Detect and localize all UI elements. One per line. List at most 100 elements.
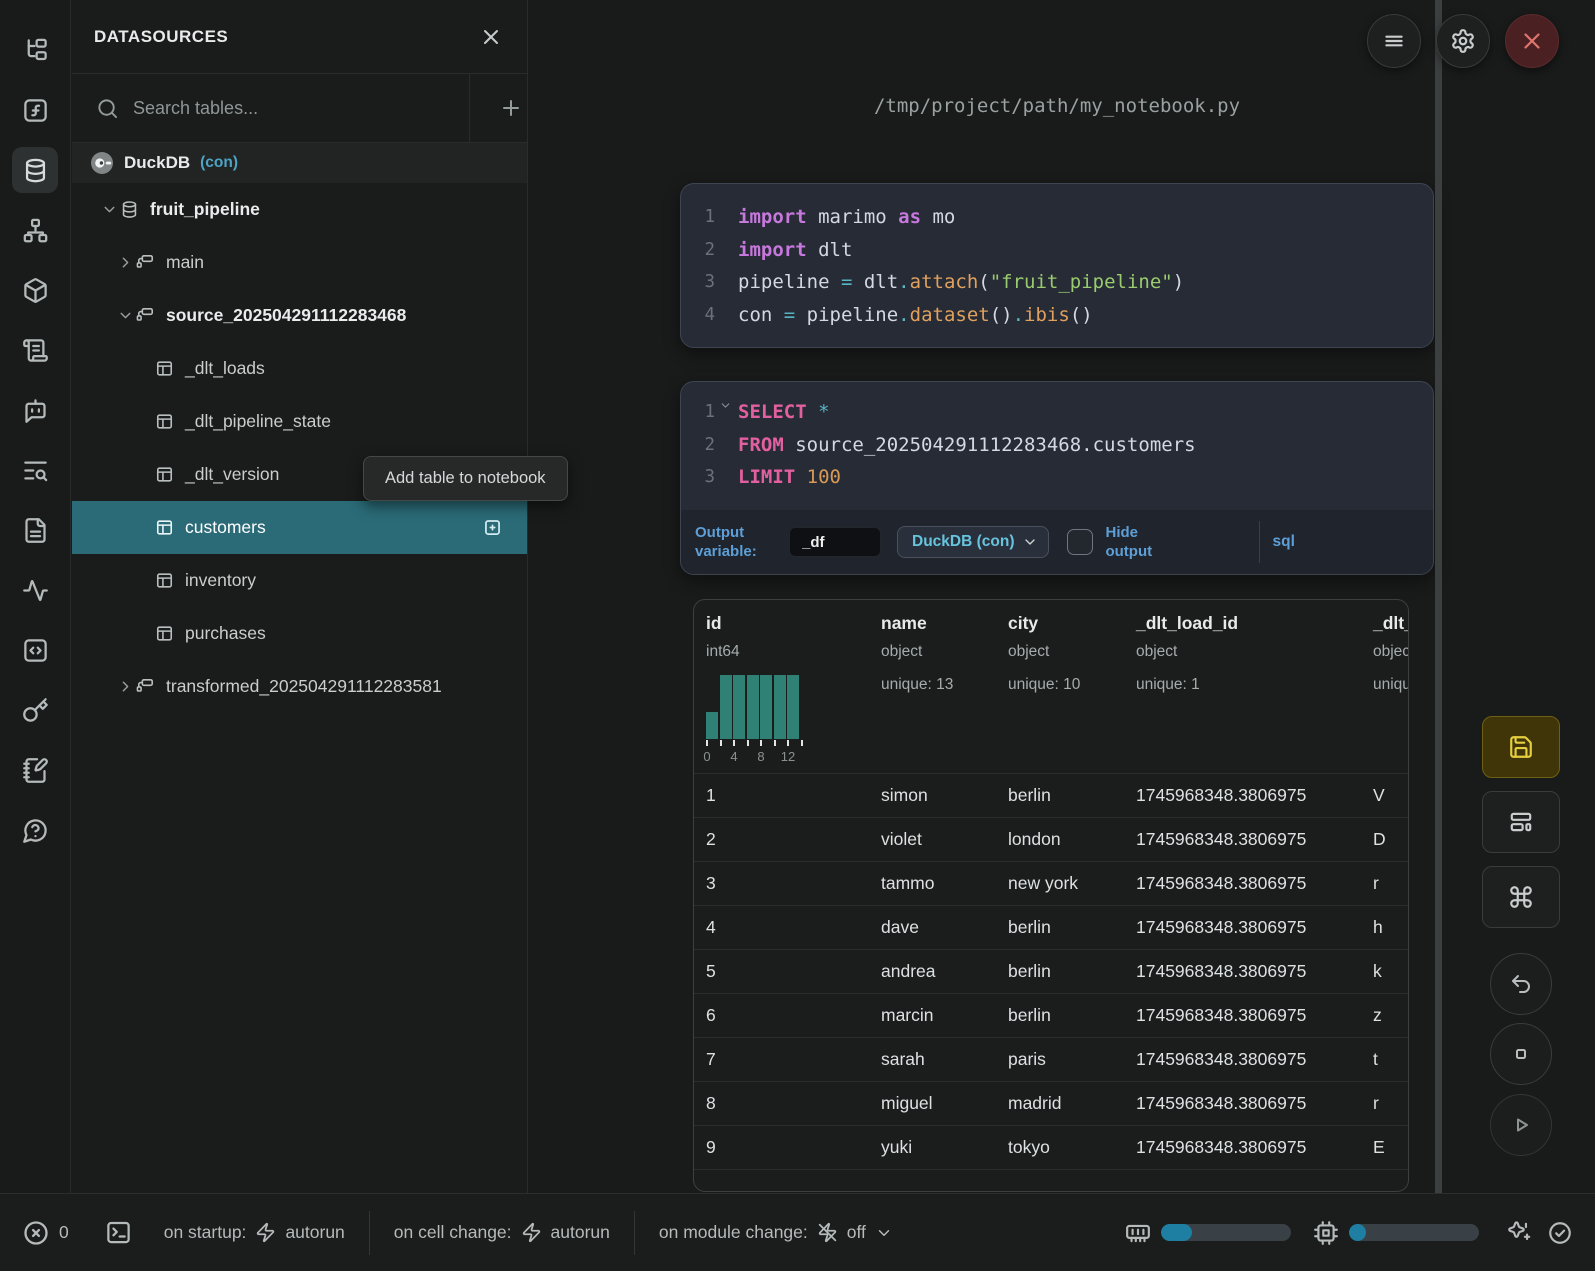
code-line[interactable]: 3 LIMIT 100 xyxy=(681,461,1433,494)
table-row: 7sarahparis1745968348.3806975t xyxy=(694,1037,1408,1081)
rail-item-scratchpad[interactable] xyxy=(12,747,58,793)
engine-select[interactable]: DuckDB (con) xyxy=(897,526,1049,558)
tree-item-purchases[interactable]: purchases xyxy=(72,607,527,660)
code-line[interactable]: 1 SELECT * xyxy=(681,396,1433,429)
undo-button[interactable] xyxy=(1490,953,1552,1015)
settings-button[interactable] xyxy=(1436,14,1490,68)
rail-item-file-explorer[interactable] xyxy=(12,27,58,73)
tree-item-main[interactable]: main xyxy=(72,236,527,289)
column-header-name[interactable]: name objectunique: 13 xyxy=(881,613,1008,763)
column-dtype: object xyxy=(1373,643,1409,661)
rail-item-documentation[interactable] xyxy=(12,507,58,553)
tree-item-customers[interactable]: customers xyxy=(72,501,527,554)
engine-row-duckdb[interactable]: DuckDB (con) xyxy=(72,143,527,183)
tree-item-source_202504291112283468[interactable]: source_202504291112283468 xyxy=(72,289,527,342)
column-unique-count: unique: 1 xyxy=(1136,676,1373,694)
table-cell: tokyo xyxy=(1008,1137,1136,1158)
table-cell: z xyxy=(1373,1005,1409,1026)
table-row: 5andreaberlin1745968348.3806975k xyxy=(694,949,1408,993)
cpu-usage-fill xyxy=(1349,1224,1366,1241)
line-number: 2 xyxy=(681,429,715,462)
layout-panels-button[interactable] xyxy=(1482,791,1560,853)
rail-item-functions[interactable] xyxy=(12,87,58,133)
menu-icon xyxy=(1381,28,1407,54)
on-startup-label: on startup: xyxy=(164,1222,247,1243)
tooltip-add-table: Add table to notebook xyxy=(363,456,568,501)
table-cell: 2 xyxy=(706,829,881,850)
column-header-_dlt_id[interactable]: _dlt_id objectunique: 13 xyxy=(1373,613,1409,763)
rail-item-secrets[interactable] xyxy=(12,687,58,733)
rail-item-packages[interactable] xyxy=(12,267,58,313)
column-header-_dlt_load_id[interactable]: _dlt_load_id objectunique: 1 xyxy=(1136,613,1373,763)
rail-item-logs[interactable] xyxy=(12,327,58,373)
column-header-id[interactable]: id int64 04812 xyxy=(706,613,881,763)
table-cell: 9 xyxy=(706,1137,881,1158)
close-panel-icon[interactable] xyxy=(479,25,503,49)
tree-item-fruit_pipeline[interactable]: fruit_pipeline xyxy=(72,183,527,236)
tree-item-inventory[interactable]: inventory xyxy=(72,554,527,607)
stop-button[interactable] xyxy=(1490,1023,1552,1085)
python-cell[interactable]: 1 import marimo as mo 2 import dlt 3 pip… xyxy=(680,183,1434,348)
play-icon xyxy=(1509,1113,1533,1137)
check-circle-icon[interactable] xyxy=(1547,1220,1573,1246)
code-line[interactable]: 2 FROM source_202504291112283468.custome… xyxy=(681,429,1433,462)
code-line[interactable]: 1 import marimo as mo xyxy=(681,201,1433,234)
chevron-down-icon xyxy=(1022,534,1038,550)
search-tables-input[interactable] xyxy=(133,98,469,119)
column-dtype: object xyxy=(1008,643,1136,661)
zap-off-icon xyxy=(817,1222,838,1243)
column-header-city[interactable]: city objectunique: 10 xyxy=(1008,613,1136,763)
tree-item-_dlt_loads[interactable]: _dlt_loads xyxy=(72,342,527,395)
pane-scrollbar[interactable] xyxy=(1435,0,1442,1193)
fold-chevron-icon[interactable] xyxy=(719,399,732,412)
code-line[interactable]: 4 con = pipeline.dataset().ibis() xyxy=(681,299,1433,332)
rail-item-dependencies[interactable] xyxy=(12,207,58,253)
memory-usage-bar xyxy=(1161,1224,1291,1241)
rail-item-ai-chat[interactable] xyxy=(12,387,58,433)
table-cell: madrid xyxy=(1008,1093,1136,1114)
status-bar: 0 on startup: autorun on cell change: au… xyxy=(0,1193,1595,1271)
tree-item-transformed_202504291112283581[interactable]: transformed_202504291112283581 xyxy=(72,660,527,713)
tree-item-label: _dlt_pipeline_state xyxy=(185,411,331,432)
rail-item-help[interactable] xyxy=(12,807,58,853)
rail-item-tracebacks[interactable] xyxy=(12,567,58,613)
on-module-change-setting[interactable]: on module change: off xyxy=(659,1222,893,1243)
add-table-to-notebook-icon[interactable] xyxy=(482,517,503,538)
code-line[interactable]: 2 import dlt xyxy=(681,234,1433,267)
on-startup-setting[interactable]: on startup: autorun xyxy=(164,1222,345,1243)
table-cell: D xyxy=(1373,829,1409,850)
table-cell: 1745968348.3806975 xyxy=(1136,961,1373,982)
network-icon xyxy=(22,217,49,244)
zap-icon xyxy=(255,1222,276,1243)
close-button[interactable] xyxy=(1505,14,1559,68)
terminal-button[interactable] xyxy=(105,1219,132,1246)
menu-button[interactable] xyxy=(1367,14,1421,68)
run-button[interactable] xyxy=(1490,1094,1552,1156)
result-table: id int64 04812 name objectunique: 13 cit… xyxy=(693,599,1409,1192)
keyboard-shortcuts-button[interactable] xyxy=(1482,866,1560,928)
line-number: 3 xyxy=(681,266,715,299)
sparkles-icon[interactable] xyxy=(1507,1220,1533,1246)
notebook-filename[interactable]: /tmp/project/path/my_notebook.py xyxy=(680,95,1434,117)
sql-language-badge: sql xyxy=(1272,526,1294,559)
tree-item-_dlt_pipeline_state[interactable]: _dlt_pipeline_state xyxy=(72,395,527,448)
table-icon xyxy=(155,465,174,484)
table-cell: V xyxy=(1373,785,1409,806)
output-variable-input[interactable] xyxy=(789,527,881,557)
duckdb-logo-icon xyxy=(90,151,114,175)
error-indicator[interactable]: 0 xyxy=(22,1219,69,1247)
table-cell: 1745968348.3806975 xyxy=(1136,1137,1373,1158)
sql-cell[interactable]: 1 SELECT * 2 FROM source_202504291112283… xyxy=(680,381,1434,575)
histogram-bar xyxy=(747,675,759,739)
rail-item-search-logs[interactable] xyxy=(12,447,58,493)
rail-item-datasources[interactable] xyxy=(12,147,58,193)
line-number: 2 xyxy=(681,234,715,267)
histogram-bar xyxy=(720,675,732,739)
add-datasource-button[interactable] xyxy=(470,74,527,143)
save-button[interactable] xyxy=(1482,716,1560,778)
on-cell-change-setting[interactable]: on cell change: autorun xyxy=(394,1222,610,1243)
table-cell: 1745968348.3806975 xyxy=(1136,829,1373,850)
code-line[interactable]: 3 pipeline = dlt.attach("fruit_pipeline"… xyxy=(681,266,1433,299)
hide-output-checkbox[interactable] xyxy=(1067,529,1093,555)
rail-item-snippets[interactable] xyxy=(12,627,58,673)
